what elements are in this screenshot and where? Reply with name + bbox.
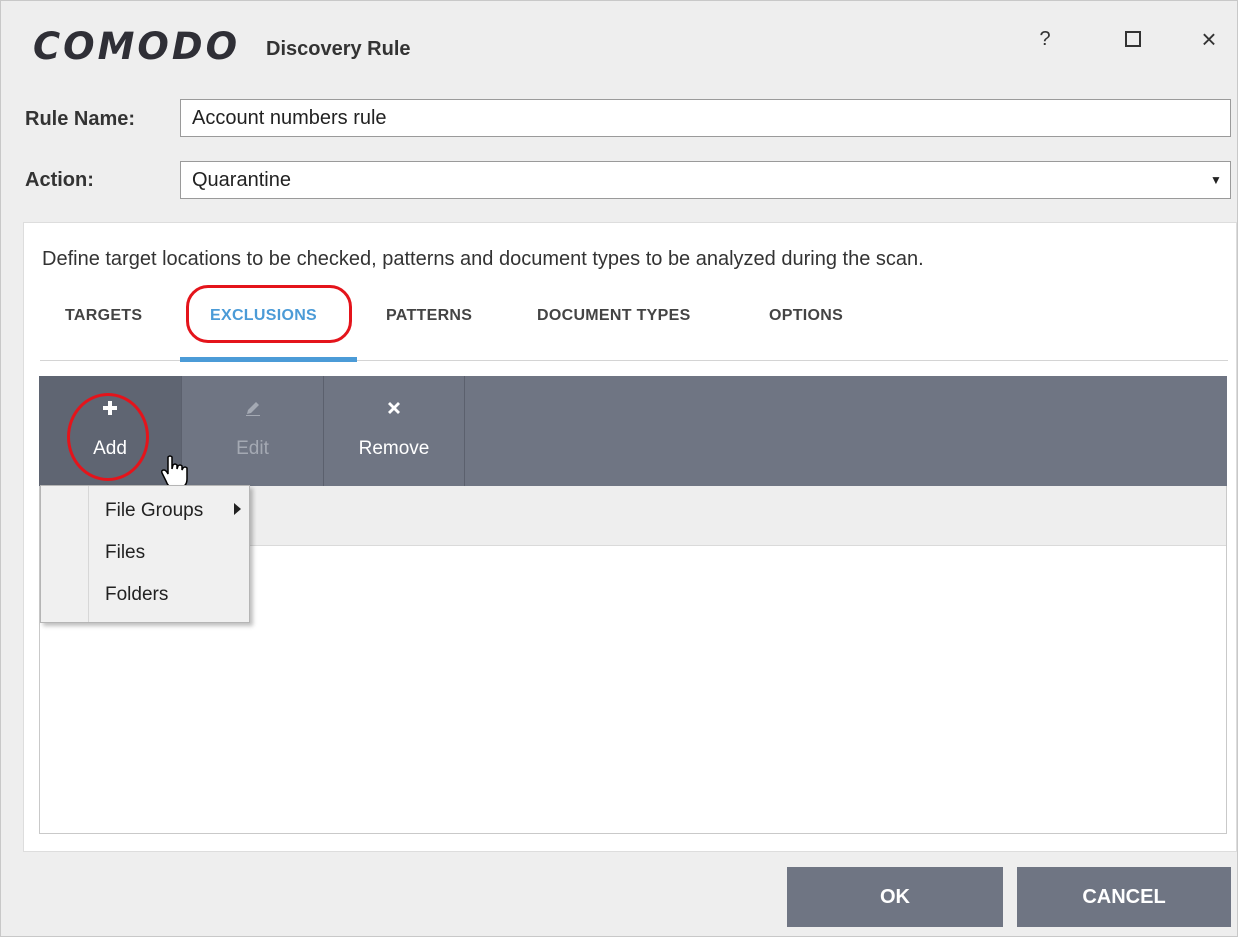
ok-button[interactable]: OK: [787, 867, 1003, 927]
highlight-oval-exclusions: [186, 285, 352, 343]
help-button[interactable]: ?: [1025, 19, 1065, 59]
maximize-icon: [1125, 31, 1141, 47]
panel-description: Define target locations to be checked, p…: [42, 248, 924, 270]
active-tab-indicator: [180, 357, 357, 362]
action-label: Action:: [25, 169, 94, 191]
tab-bar: TARGETS EXCLUSIONS PATTERNS DOCUMENT TYP…: [40, 285, 1228, 362]
rule-name-label: Rule Name:: [25, 108, 136, 130]
maximize-button[interactable]: [1113, 19, 1153, 59]
menu-item-file-groups[interactable]: File Groups: [105, 500, 203, 522]
menu-gutter: [88, 486, 89, 622]
exclusions-toolbar: Add Edit Remove: [39, 376, 1227, 489]
edit-label: Edit: [236, 438, 269, 459]
cancel-button[interactable]: CANCEL: [1017, 867, 1231, 927]
close-button[interactable]: ×: [1189, 19, 1229, 59]
comodo-logo: COMODO: [33, 25, 241, 68]
menu-item-folders[interactable]: Folders: [105, 584, 168, 606]
menu-item-files[interactable]: Files: [105, 542, 145, 564]
pencil-icon: [182, 396, 323, 420]
action-select-value: Quarantine: [192, 169, 291, 191]
edit-button[interactable]: Edit: [181, 376, 323, 486]
submenu-arrow-icon: [234, 503, 241, 515]
discovery-rule-dialog: COMODO Discovery Rule ? × Rule Name: Acc…: [0, 0, 1238, 937]
action-select[interactable]: Quarantine ▼: [180, 161, 1231, 199]
tab-options[interactable]: OPTIONS: [769, 307, 843, 325]
rule-name-input[interactable]: Account numbers rule: [180, 99, 1231, 137]
dialog-title: Discovery Rule: [266, 38, 411, 60]
dropdown-arrow-icon[interactable]: ▼: [1202, 162, 1230, 198]
tab-patterns[interactable]: PATTERNS: [386, 307, 472, 325]
title-bar: COMODO Discovery Rule ? ×: [1, 1, 1238, 91]
add-context-menu: File Groups Files Folders: [40, 485, 250, 623]
remove-x-icon: [324, 396, 464, 420]
remove-label: Remove: [358, 438, 430, 459]
tab-targets[interactable]: TARGETS: [65, 307, 142, 325]
highlight-circle-add: [67, 393, 149, 481]
remove-button[interactable]: Remove: [323, 376, 465, 486]
tab-document-types[interactable]: DOCUMENT TYPES: [537, 307, 691, 325]
